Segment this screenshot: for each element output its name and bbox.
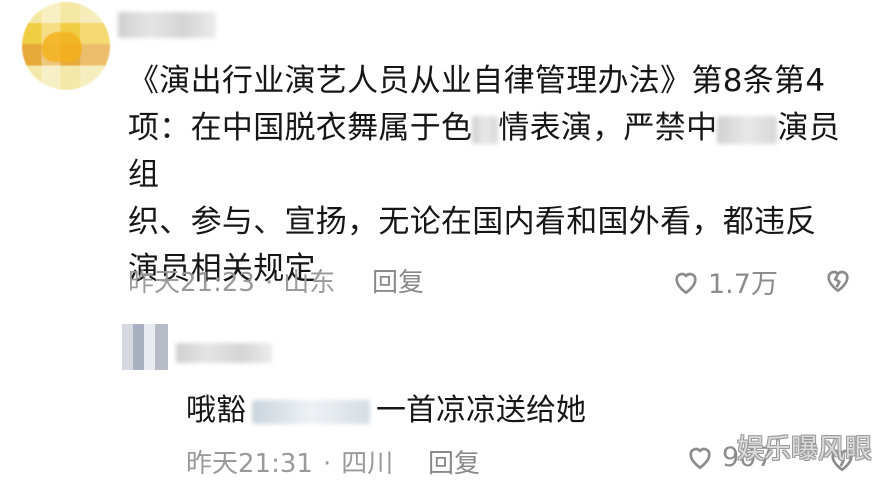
comment-reply-button[interactable]: 回复 bbox=[372, 262, 424, 299]
comment-meta: 昨天21:23 · 山东 bbox=[128, 268, 336, 298]
redaction-blur bbox=[252, 399, 370, 424]
comment-like-button[interactable]: 1.7万 bbox=[670, 262, 778, 301]
reply-time: 昨天21:31 bbox=[186, 449, 313, 479]
comment-line-2: 项：在中国脱衣舞属于色 情表演，严禁中 演员组 bbox=[128, 110, 841, 193]
reply-body: 哦豁 一首凉凉送给她 bbox=[186, 393, 586, 428]
redaction-blur bbox=[472, 115, 499, 144]
heart-outline-icon bbox=[675, 272, 697, 294]
reply-reply-button[interactable]: 回复 bbox=[428, 443, 480, 480]
reply-username-blurred[interactable] bbox=[176, 343, 272, 363]
comment-line-3: 织、参与、宣扬，无论在国内看和国外看，都违反 bbox=[128, 204, 817, 240]
comment-username-blurred[interactable] bbox=[118, 12, 216, 38]
watermark-text: 娱乐曝风眼 bbox=[737, 434, 872, 465]
comment-dislike-button[interactable] bbox=[822, 264, 854, 300]
comment-time: 昨天21:23 bbox=[128, 268, 255, 298]
redaction-blur bbox=[717, 115, 778, 144]
reply-meta: 昨天21:31 · 四川 bbox=[186, 449, 394, 479]
comment-like-count: 1.7万 bbox=[708, 269, 778, 300]
comment-body: 《演出行业演艺人员从业自律管理办法》第8条第4 项：在中国脱衣舞属于色 情表演，严… bbox=[128, 58, 858, 293]
reply-location: 四川 bbox=[341, 449, 394, 479]
comment-line-1: 《演出行业演艺人员从业自律管理办法》第8条第4 bbox=[128, 63, 826, 99]
heart-outline-icon bbox=[689, 447, 711, 470]
comment-location: 山东 bbox=[283, 268, 336, 298]
broken-heart-icon bbox=[827, 270, 849, 293]
reply-avatar[interactable] bbox=[122, 324, 168, 370]
comment-avatar[interactable] bbox=[22, 2, 110, 90]
